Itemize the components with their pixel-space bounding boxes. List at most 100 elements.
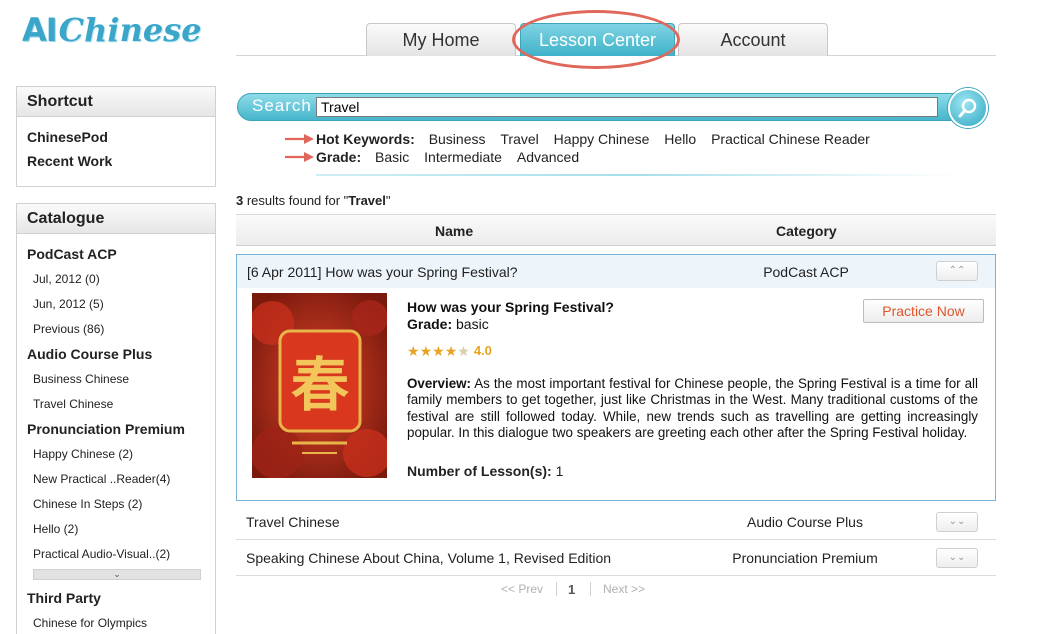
chevron-down-icon: ⌄⌄ xyxy=(948,552,966,563)
lesson-thumbnail-image: 春 xyxy=(252,293,387,478)
lesson-count-value: 1 xyxy=(555,463,564,479)
keyword-link[interactable]: Travel xyxy=(500,131,538,147)
pagination-current[interactable]: 1 xyxy=(568,582,575,597)
shortcut-item-chinesepod[interactable]: ChinesePod xyxy=(17,125,215,149)
results-count: 3 results found for "Travel" xyxy=(236,193,391,208)
keyword-link[interactable]: Hello xyxy=(664,131,696,147)
grade-label: Grade: xyxy=(407,316,453,332)
results-text-end: " xyxy=(385,193,391,208)
page: AI Chinese My Home Lesson Center Account… xyxy=(0,0,1037,634)
search-input[interactable] xyxy=(316,97,938,117)
pagination-next[interactable]: Next >> xyxy=(603,582,645,596)
arrow-right-icon xyxy=(285,134,314,144)
pagination-prev[interactable]: << Prev xyxy=(501,582,543,596)
lesson-count: Number of Lesson(s): 1 xyxy=(407,463,563,479)
row-category: PodCast ACP xyxy=(763,264,849,280)
catalogue-group-podcast-acp[interactable]: PodCast ACP xyxy=(17,242,215,267)
results-text: results found for " xyxy=(243,193,349,208)
keywords-divider xyxy=(316,174,956,176)
catalogue-item[interactable]: Jun, 2012 (5) xyxy=(17,292,215,317)
catalogue-group-audio-course-plus[interactable]: Audio Course Plus xyxy=(17,342,215,367)
catalogue-item[interactable]: Jul, 2012 (0) xyxy=(17,267,215,292)
search-icon xyxy=(958,98,977,118)
lesson-count-label: Number of Lesson(s): xyxy=(407,463,552,479)
row-category: Pronunciation Premium xyxy=(732,550,878,566)
table-row[interactable]: Travel Chinese Audio Course Plus ⌄⌄ xyxy=(236,504,996,540)
logo[interactable]: AI Chinese xyxy=(22,8,202,52)
catalogue-item[interactable]: Happy Chinese (2) xyxy=(17,442,215,467)
hot-keywords-label: Hot Keywords: xyxy=(316,131,415,147)
column-header-category: Category xyxy=(776,223,837,239)
arrow-right-icon xyxy=(285,152,314,162)
catalogue-item[interactable]: Business Chinese xyxy=(17,367,215,392)
chevron-down-icon: ⌄⌄ xyxy=(948,516,966,527)
tab-label: My Home xyxy=(402,29,480,50)
rating-value: 4.0 xyxy=(473,343,492,358)
table-row[interactable]: [6 Apr 2011] How was your Spring Festiva… xyxy=(237,255,995,288)
result-row-expanded: [6 Apr 2011] How was your Spring Festiva… xyxy=(236,254,996,501)
overview-text: As the most important festival for Chine… xyxy=(407,376,978,441)
expand-button[interactable]: ⌄⌄ xyxy=(936,512,978,532)
chevron-up-icon: ⌃⌃ xyxy=(948,265,966,276)
row-name[interactable]: Speaking Chinese About China, Volume 1, … xyxy=(246,550,611,566)
tab-label: Account xyxy=(720,29,786,50)
collapse-button[interactable]: ⌃⌃ xyxy=(936,261,978,281)
shortcut-item-recent-work[interactable]: Recent Work xyxy=(17,149,215,173)
logo-ai-text: AI xyxy=(22,11,58,49)
tab-my-home[interactable]: My Home xyxy=(366,23,516,56)
tab-lesson-center[interactable]: Lesson Center xyxy=(520,23,675,56)
tab-label: Lesson Center xyxy=(538,29,657,50)
chevron-down-icon: ⌄ xyxy=(113,569,121,579)
tab-account[interactable]: Account xyxy=(678,23,828,56)
row-name[interactable]: [6 Apr 2011] How was your Spring Festiva… xyxy=(247,264,518,280)
keyword-link[interactable]: Practical Chinese Reader xyxy=(711,131,870,147)
pagination-divider xyxy=(590,582,591,596)
catalogue-item[interactable]: Chinese In Steps (2) xyxy=(17,492,215,517)
lesson-title: How was your Spring Festival? xyxy=(407,299,614,315)
thumbnail-character: 春 xyxy=(291,351,349,419)
hot-keywords-row: Hot Keywords: Business Travel Happy Chin… xyxy=(316,131,871,147)
practice-now-button[interactable]: Practice Now xyxy=(863,299,984,323)
overview-label: Overview: xyxy=(407,376,472,391)
lesson-thumbnail: 春 xyxy=(252,293,387,478)
rating-stars: ★ ★ ★ ★ ★ 4.0 xyxy=(407,343,492,358)
pagination-divider xyxy=(556,582,557,596)
shortcut-panel: Shortcut ChinesePod Recent Work xyxy=(16,86,216,187)
logo-chinese-text: Chinese xyxy=(58,11,202,49)
search-button[interactable] xyxy=(948,88,988,128)
row-name[interactable]: Travel Chinese xyxy=(246,514,340,530)
catalogue-expand-button[interactable]: ⌄ xyxy=(33,569,201,580)
grade-link[interactable]: Advanced xyxy=(517,149,579,165)
catalogue-item[interactable]: Practical Audio-Visual..(2) xyxy=(17,542,215,567)
catalogue-item[interactable]: Chinese for Olympics xyxy=(17,611,215,634)
star-icon: ★ xyxy=(457,342,470,359)
catalogue-item[interactable]: Previous (86) xyxy=(17,317,215,342)
star-icon: ★ xyxy=(407,342,420,359)
results-table-header: Name Category xyxy=(236,214,996,246)
shortcut-title: Shortcut xyxy=(17,87,215,117)
results-query: Travel xyxy=(348,193,386,208)
expand-button[interactable]: ⌄⌄ xyxy=(936,548,978,568)
grade-value: basic xyxy=(456,316,489,332)
catalogue-item[interactable]: Travel Chinese xyxy=(17,392,215,417)
catalogue-item[interactable]: New Practical ..Reader(4) xyxy=(17,467,215,492)
catalogue-group-third-party[interactable]: Third Party xyxy=(17,586,215,611)
lesson-grade: Grade: basic xyxy=(407,316,489,332)
column-header-name: Name xyxy=(435,223,474,239)
star-icon: ★ xyxy=(432,342,445,359)
search-label: Search xyxy=(252,96,312,115)
catalogue-title: Catalogue xyxy=(17,204,215,234)
grade-link[interactable]: Intermediate xyxy=(424,149,502,165)
grade-link[interactable]: Basic xyxy=(375,149,409,165)
keyword-link[interactable]: Business xyxy=(429,131,486,147)
table-row[interactable]: Speaking Chinese About China, Volume 1, … xyxy=(236,540,996,576)
catalogue-panel: Catalogue PodCast ACP Jul, 2012 (0) Jun,… xyxy=(16,203,216,634)
keyword-link[interactable]: Happy Chinese xyxy=(554,131,650,147)
grade-filter-label: Grade: xyxy=(316,149,362,165)
star-icon: ★ xyxy=(419,342,433,359)
catalogue-group-pronunciation-premium[interactable]: Pronunciation Premium xyxy=(17,417,215,442)
catalogue-item[interactable]: Hello (2) xyxy=(17,517,215,542)
search-bar: Search xyxy=(237,93,970,121)
lesson-overview: Overview: As the most important festival… xyxy=(407,376,978,442)
grade-row: Grade: Basic Intermediate Advanced xyxy=(316,149,580,165)
